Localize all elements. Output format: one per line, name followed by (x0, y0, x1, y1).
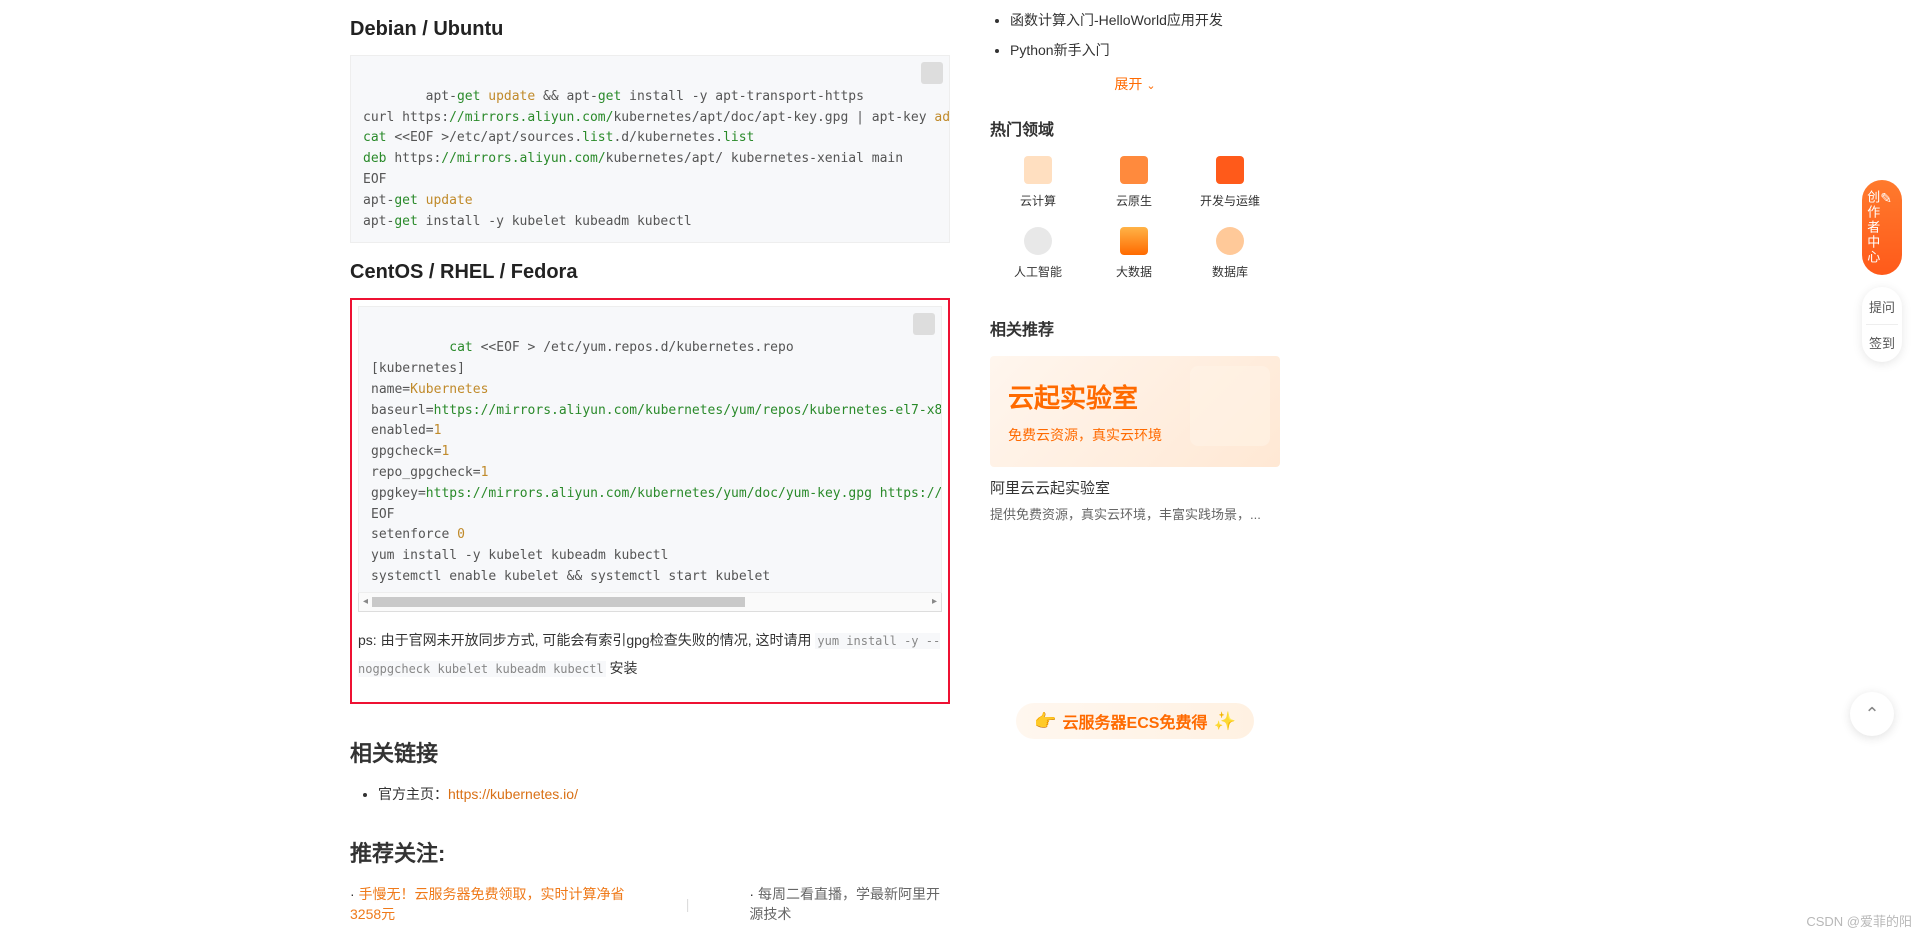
domain-item[interactable]: 大数据 (1086, 227, 1182, 280)
creator-center-button[interactable]: ✎创作者中心 (1862, 180, 1902, 275)
float-column: ✎创作者中心 提问 签到 (1862, 180, 1902, 362)
scroll-right-icon[interactable]: ▸ (932, 596, 937, 607)
debian-heading: Debian / Ubuntu (350, 18, 950, 41)
related-heading: 相关推荐 (990, 316, 1280, 340)
promo-desc: 提供免费资源，真实云环境，丰富实践场景，... (990, 504, 1280, 523)
float-actions: 提问 签到 (1862, 287, 1902, 362)
sparkle-icon: ✨ (1213, 711, 1235, 732)
centos-code-block: cat <<EOF > /etc/yum.repos.d/kubernetes.… (358, 306, 942, 592)
domain-item[interactable]: 人工智能 (990, 227, 1086, 280)
chevron-down-icon: ⌄ (1146, 79, 1155, 92)
chevron-up-icon: ⌃ (1864, 704, 1879, 725)
recommend-heading: 推荐关注: (350, 836, 950, 868)
copy-icon[interactable] (913, 313, 935, 335)
expand-button[interactable]: 展开⌄ (990, 74, 1280, 94)
ps-note: ps: 由于官网未开放同步方式, 可能会有索引gpg检查失败的情况, 这时请用 … (358, 626, 942, 682)
domains-heading: 热门领域 (990, 116, 1280, 140)
ask-button[interactable]: 提问 (1862, 297, 1902, 316)
rec-link-1[interactable]: 手慢无！云服务器免费领取，实时计算净省3258元 (350, 886, 625, 922)
domain-item[interactable]: 数据库 (1182, 227, 1278, 280)
recommend-links: · 手慢无！云服务器免费领取，实时计算净省3258元 | · 每周二看直播，学最… (350, 884, 950, 924)
list-item[interactable]: 函数计算入门-HelloWorld应用开发 (1010, 10, 1280, 30)
kubernetes-link[interactable]: https://kubernetes.io/ (448, 786, 578, 802)
checkin-button[interactable]: 签到 (1862, 333, 1902, 352)
domain-item[interactable]: 云计算 (990, 156, 1086, 209)
sidebar: 函数计算入门-HelloWorld应用开发 Python新手入门 展开⌄ 热门领… (990, 0, 1280, 924)
back-to-top-button[interactable]: ⌃ (1850, 692, 1894, 736)
list-item[interactable]: Python新手入门 (1010, 40, 1280, 60)
code-scrollbar[interactable]: ◂ ▸ (358, 592, 942, 612)
article-main: Debian / Ubuntu apt-get update && apt-ge… (340, 0, 960, 924)
copy-icon[interactable] (921, 62, 943, 84)
hand-icon: 👉 (1034, 711, 1056, 732)
highlight-box: cat <<EOF > /etc/yum.repos.d/kubernetes.… (350, 298, 950, 703)
rec-link-2[interactable]: 每周二看直播，学最新阿里开源技术 (749, 886, 940, 922)
domain-item[interactable]: 开发与运维 (1182, 156, 1278, 209)
links-heading: 相关链接 (350, 736, 950, 768)
centos-heading: CentOS / RHEL / Fedora (350, 261, 950, 284)
debian-code-block: apt-get update && apt-get install -y apt… (350, 55, 950, 243)
list-item: 官方主页：https://kubernetes.io/ (378, 784, 950, 804)
pen-icon: ✎ (1880, 190, 1894, 207)
scroll-left-icon[interactable]: ◂ (363, 596, 368, 607)
watermark: CSDN @爱菲的阳 (1806, 911, 1912, 930)
sidebar-top-list: 函数计算入门-HelloWorld应用开发 Python新手入门 (990, 10, 1280, 60)
ecs-banner[interactable]: 👉云服务器ECS免费得✨ (990, 703, 1280, 739)
promo-card[interactable]: 云起实验室 免费云资源，真实云环境 (990, 356, 1280, 467)
domains-grid: 云计算 云原生 开发与运维 人工智能 大数据 数据库 (990, 156, 1280, 298)
links-list: 官方主页：https://kubernetes.io/ (350, 784, 950, 804)
domain-item[interactable]: 云原生 (1086, 156, 1182, 209)
promo-title: 阿里云云起实验室 (990, 477, 1280, 498)
